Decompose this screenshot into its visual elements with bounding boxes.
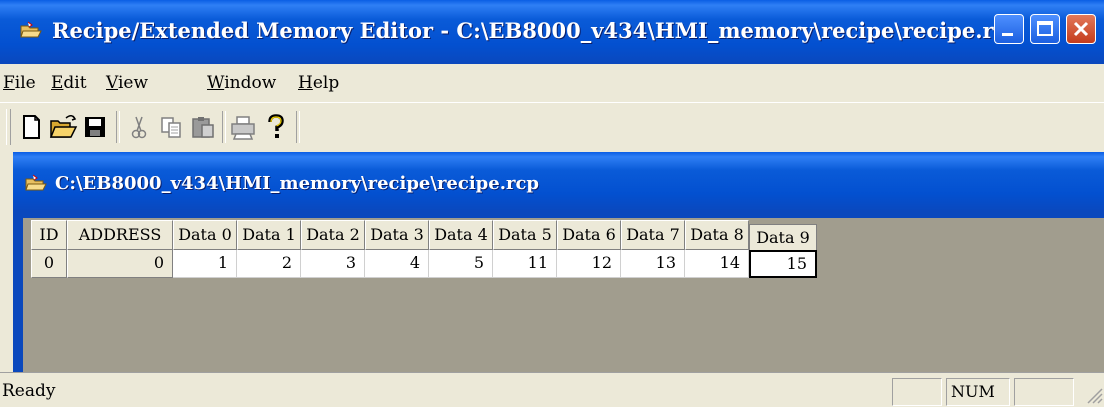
address-cell[interactable]: 0 <box>67 250 173 278</box>
document-frame: ID ADDRESS Data 0 Data 1 Data 2 Data 3 D… <box>13 212 1104 372</box>
menu-window[interactable]: Window <box>207 73 276 93</box>
recipe-grid: ID ADDRESS Data 0 Data 1 Data 2 Data 3 D… <box>23 218 1104 372</box>
data-cell[interactable]: 11 <box>493 250 557 278</box>
resize-grip-icon[interactable] <box>1082 383 1104 405</box>
document-title: C:\EB8000_v434\HMI_memory\recipe\recipe.… <box>55 173 540 194</box>
help-button[interactable] <box>260 111 290 143</box>
minimize-button[interactable] <box>994 14 1024 44</box>
column-header-data-9[interactable]: Data 9 <box>749 224 817 250</box>
folder-open-icon <box>20 21 42 38</box>
close-icon <box>1073 21 1089 37</box>
minimize-icon <box>1002 33 1013 36</box>
document-title-bar[interactable]: C:\EB8000_v434\HMI_memory\recipe\recipe.… <box>13 152 1104 212</box>
copy-button[interactable] <box>156 111 186 143</box>
recipe-editor-window: Recipe/Extended Memory Editor - C:\EB800… <box>0 0 1104 407</box>
menu-edit[interactable]: Edit <box>51 73 87 93</box>
maximize-icon <box>1037 21 1053 36</box>
cut-button[interactable] <box>124 111 154 143</box>
help-icon <box>268 114 284 138</box>
save-button[interactable] <box>80 111 110 143</box>
print-button[interactable] <box>228 111 258 143</box>
data-cell[interactable]: 2 <box>237 250 301 278</box>
document-window: C:\EB8000_v434\HMI_memory\recipe\recipe.… <box>13 152 1104 372</box>
paste-icon <box>192 117 214 138</box>
toolbar-grip[interactable] <box>6 109 11 145</box>
paste-button[interactable] <box>188 111 218 143</box>
menu-file[interactable]: File <box>3 73 36 93</box>
copy-icon <box>161 117 181 138</box>
title-bar[interactable]: Recipe/Extended Memory Editor - C:\EB800… <box>0 0 1104 64</box>
column-header-id[interactable]: ID <box>31 220 67 250</box>
toolbar-separator <box>222 111 226 143</box>
column-header-data-3[interactable]: Data 3 <box>365 220 429 250</box>
status-bar: Ready NUM <box>0 372 1104 407</box>
data-cell[interactable]: 5 <box>429 250 493 278</box>
open-button[interactable] <box>48 111 78 143</box>
open-icon <box>49 115 78 138</box>
status-pane-caps <box>892 378 942 406</box>
menu-help[interactable]: Help <box>298 73 339 93</box>
column-header-data-4[interactable]: Data 4 <box>429 220 493 250</box>
close-button[interactable] <box>1066 14 1096 44</box>
status-pane-scroll <box>1014 378 1074 406</box>
print-icon <box>231 116 255 140</box>
window-title: Recipe/Extended Memory Editor - C:\EB800… <box>52 18 1022 43</box>
toolbar-separator <box>296 111 300 143</box>
data-cell[interactable]: 3 <box>301 250 365 278</box>
data-cell[interactable]: 12 <box>557 250 621 278</box>
toolbar <box>0 102 1104 152</box>
cut-icon <box>131 116 147 139</box>
column-header-data-8[interactable]: Data 8 <box>685 220 749 250</box>
data-cell[interactable]: 14 <box>685 250 749 278</box>
column-header-data-2[interactable]: Data 2 <box>301 220 365 250</box>
menu-view[interactable]: View <box>106 73 148 93</box>
row-id-cell[interactable]: 0 <box>31 250 67 278</box>
column-header-data-0[interactable]: Data 0 <box>173 220 237 250</box>
save-icon <box>85 117 105 137</box>
column-header-data-6[interactable]: Data 6 <box>557 220 621 250</box>
column-header-data-1[interactable]: Data 1 <box>237 220 301 250</box>
column-header-address[interactable]: ADDRESS <box>67 220 173 250</box>
toolbar-separator <box>116 111 120 143</box>
new-icon <box>23 115 40 139</box>
column-header-data-5[interactable]: Data 5 <box>493 220 557 250</box>
new-button[interactable] <box>16 111 46 143</box>
status-pane-num: NUM <box>946 378 1010 406</box>
maximize-button[interactable] <box>1030 14 1060 44</box>
data-cell[interactable]: 1 <box>173 250 237 278</box>
status-text: Ready <box>2 381 56 401</box>
data-cell[interactable]: 4 <box>365 250 429 278</box>
data-cell[interactable]: 13 <box>621 250 685 278</box>
column-header-data-7[interactable]: Data 7 <box>621 220 685 250</box>
menu-bar: File Edit View Window Help <box>0 64 1104 102</box>
selected-data-cell[interactable]: 15 <box>749 250 817 278</box>
folder-open-icon <box>25 174 47 191</box>
